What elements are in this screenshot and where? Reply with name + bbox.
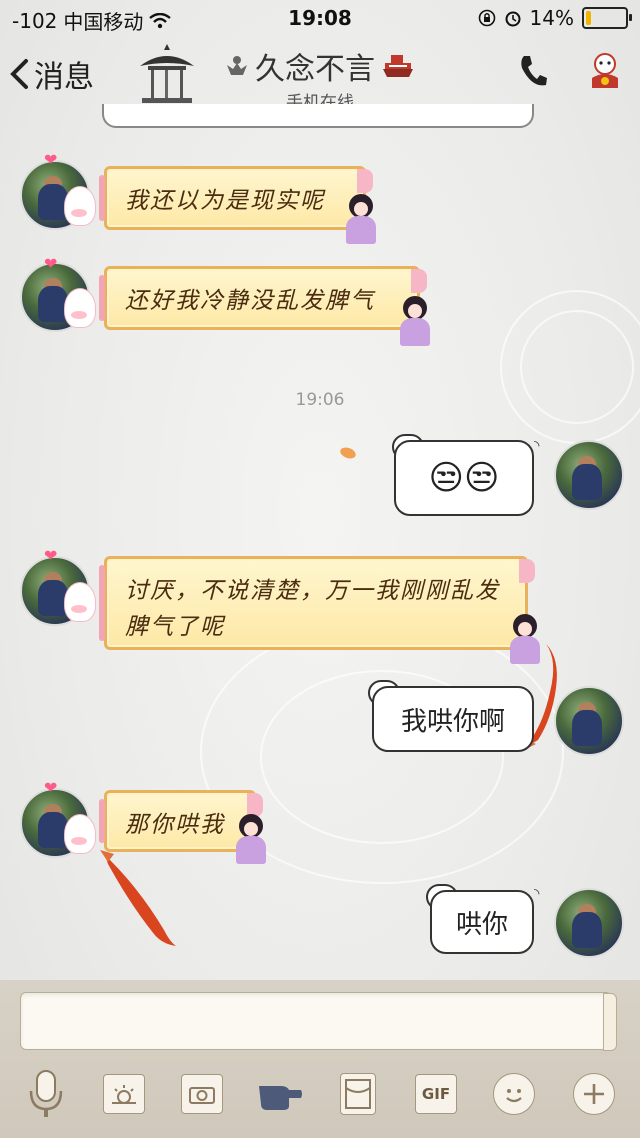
- message-text: 我哄你啊: [400, 706, 505, 737]
- red-packet-icon: [340, 1073, 376, 1115]
- camera-button[interactable]: [174, 1066, 230, 1122]
- emoji-icon: [493, 1073, 535, 1115]
- message-input[interactable]: [20, 992, 617, 1051]
- girl-sticker-icon: [344, 194, 378, 244]
- user-avatar[interactable]: [554, 440, 624, 510]
- girl-sticker-icon: [398, 296, 432, 346]
- photo-album-icon: [103, 1074, 145, 1114]
- message-bubble[interactable]: 哄你: [430, 890, 534, 954]
- emoji-button[interactable]: [486, 1066, 542, 1122]
- heart-icon: ❤: [44, 150, 58, 169]
- previous-message-bubble: [102, 104, 534, 128]
- heart-icon: ❤: [44, 778, 58, 797]
- crown-icon: [227, 56, 247, 75]
- leaf-decoration: [338, 445, 358, 461]
- chat-title: 久念不言: [225, 44, 415, 88]
- message-text: 我还以为是现实呢: [125, 188, 325, 214]
- message-text: 😒😒: [428, 458, 500, 498]
- microphone-icon: [29, 1070, 63, 1117]
- chat-header: 消息 久念不言 手机在线: [0, 36, 640, 113]
- bunny-sticker-icon: [64, 288, 96, 328]
- message-bubble[interactable]: 讨厌，不说清楚，万一我刚刚乱发脾气了呢: [99, 556, 535, 650]
- message-timestamp: 19:06: [295, 390, 345, 410]
- ship-icon: [383, 55, 413, 77]
- voice-button[interactable]: [18, 1066, 74, 1122]
- phone-icon[interactable]: [518, 54, 548, 88]
- girl-sticker-icon: [234, 814, 268, 864]
- message-text: 哄你: [455, 909, 508, 940]
- koi-fish-decoration: [100, 850, 176, 946]
- bubble-tail-mark: ◝: [534, 438, 540, 454]
- gif-button[interactable]: GIF: [408, 1066, 464, 1122]
- message-text: 那你哄我: [125, 812, 225, 838]
- poke-button[interactable]: [252, 1066, 308, 1122]
- bunny-sticker-icon: [64, 582, 96, 622]
- alarm-icon: [505, 11, 521, 27]
- user-avatar[interactable]: [554, 686, 624, 756]
- battery-icon: [582, 7, 632, 29]
- more-button[interactable]: [566, 1066, 622, 1122]
- status-bar: -102 中国移动 19:08 14%: [0, 0, 640, 36]
- bubble-tail-mark: ◝: [534, 886, 540, 902]
- user-avatar[interactable]: [554, 888, 624, 958]
- message-bubble[interactable]: 我哄你啊: [372, 686, 534, 752]
- gif-label: GIF: [421, 1085, 451, 1103]
- contact-name: 久念不言: [255, 52, 375, 87]
- hand-icon: [259, 1086, 302, 1110]
- profile-icon[interactable]: [588, 52, 622, 90]
- plus-icon: [573, 1073, 615, 1115]
- red-packet-button[interactable]: [330, 1066, 386, 1122]
- message-bubble[interactable]: 还好我冷静没乱发脾气: [99, 266, 427, 330]
- message-bubble[interactable]: 我还以为是现实呢: [99, 166, 373, 230]
- heart-icon: ❤: [44, 546, 58, 565]
- photo-album-button[interactable]: [96, 1066, 152, 1122]
- battery-percent: 14%: [529, 6, 574, 30]
- bunny-sticker-icon: [64, 186, 96, 226]
- battery-fill: [586, 11, 591, 25]
- camera-icon: [181, 1074, 223, 1114]
- orientation-lock-icon: [478, 9, 495, 27]
- input-area: GIF: [0, 980, 640, 1138]
- input-toolbar: GIF: [0, 1066, 640, 1126]
- message-bubble[interactable]: 😒😒: [394, 440, 534, 516]
- bunny-sticker-icon: [64, 814, 96, 854]
- gif-icon: GIF: [415, 1074, 457, 1114]
- message-text: 还好我冷静没乱发脾气: [125, 288, 375, 314]
- message-text: 讨厌，不说清楚，万一我刚刚乱发脾气了呢: [125, 578, 500, 640]
- heart-icon: ❤: [44, 254, 58, 273]
